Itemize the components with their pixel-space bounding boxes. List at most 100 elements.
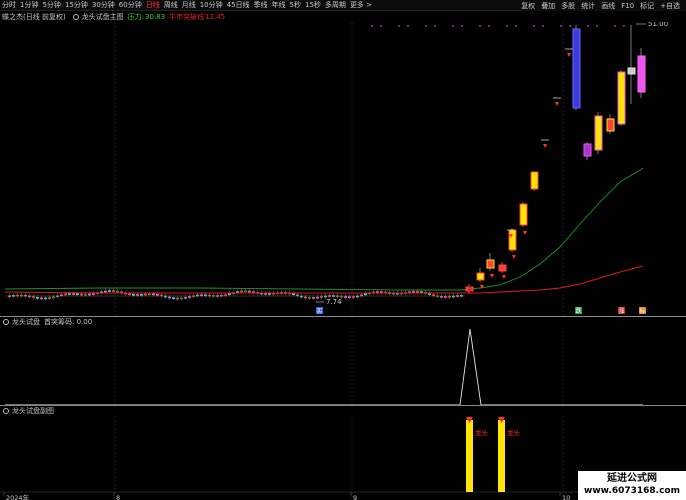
candle-body	[248, 290, 251, 293]
event-marker-label: 跌	[575, 307, 581, 315]
candle-body	[476, 272, 485, 281]
tool-button[interactable]: 画线	[601, 1, 615, 11]
candle-body	[112, 290, 115, 292]
candle-body	[530, 171, 539, 190]
down-arrow	[555, 102, 559, 106]
sub2-indicator-name[interactable]: 龙头试盘副图	[12, 406, 54, 416]
candle-body	[180, 297, 183, 300]
candle-body	[184, 297, 187, 299]
breakout-line-value: 12.45	[205, 13, 226, 21]
candle-body	[364, 293, 367, 296]
signal-dot	[398, 25, 400, 27]
period-tab[interactable]: 年线	[272, 0, 286, 10]
signal-bar	[498, 420, 505, 492]
tool-button[interactable]: +自选	[660, 1, 680, 11]
main-chart-info: 蝶之杰(日线 前复权) 龙头试盘主图 压力: 30.83 牛市突破线 12.45	[0, 12, 229, 22]
period-tab[interactable]: 更多 >	[350, 0, 372, 10]
price-high-label: 51.00	[648, 22, 668, 28]
tool-toolbar: 复权 叠加 多股 统计 画线 F10 标记 +自选	[521, 0, 686, 11]
candle-body	[80, 293, 83, 296]
buy-dot	[467, 286, 473, 292]
candle-body	[320, 296, 323, 298]
candle-body	[486, 259, 495, 269]
candle-body	[24, 294, 27, 297]
signal-dot	[488, 25, 490, 27]
signal-dot	[371, 25, 373, 27]
candle-body	[627, 67, 636, 75]
tool-button[interactable]: 多股	[561, 1, 575, 11]
candle-body	[84, 293, 87, 296]
tool-button[interactable]: 叠加	[541, 1, 555, 11]
gear-icon[interactable]	[3, 319, 9, 325]
candle-body	[172, 297, 175, 300]
signal-dot	[434, 25, 436, 27]
candle-body	[416, 291, 419, 293]
tool-button[interactable]: F10	[621, 2, 634, 10]
period-tab[interactable]: 15分钟	[65, 0, 88, 10]
sub-chart-2-info: 龙头试盘副图	[0, 406, 58, 416]
candle-body	[68, 293, 71, 295]
period-tab[interactable]: 日线	[146, 0, 160, 10]
candle-body	[348, 296, 351, 299]
candle-body	[104, 290, 107, 293]
candle-body	[617, 71, 626, 125]
indicator-name[interactable]: 龙头试盘主图	[82, 12, 124, 22]
sub-chart-1-info: 龙头试盘 首突筹码: 0.00	[0, 317, 96, 327]
candle-body	[40, 297, 43, 300]
signal-dot	[380, 25, 382, 27]
candle-body	[519, 203, 528, 226]
main-price-chart[interactable]: 51.00 7.74 买 跌 涨 标	[0, 22, 686, 316]
event-marker-label: 买	[316, 307, 322, 315]
period-tab[interactable]: 季线	[254, 0, 268, 10]
period-tab[interactable]: 60分钟	[119, 0, 142, 10]
candle-body	[76, 293, 79, 296]
period-tab[interactable]: 分时	[2, 0, 16, 10]
candle-body	[132, 294, 135, 296]
signal-dot	[506, 25, 508, 27]
period-tab[interactable]: 周线	[164, 0, 178, 10]
gear-icon[interactable]	[3, 408, 9, 414]
candle-body	[148, 293, 151, 296]
candle-body	[594, 115, 603, 151]
sub1-field: 首突筹码: 0.00	[44, 318, 93, 326]
period-tab[interactable]: 5秒	[290, 0, 301, 10]
down-arrow	[480, 285, 484, 289]
signal-dot	[461, 25, 463, 27]
tool-button[interactable]: 统计	[581, 1, 595, 11]
tool-button[interactable]: 标记	[640, 1, 654, 11]
gear-icon[interactable]	[72, 14, 79, 20]
period-tab[interactable]: 多周期	[325, 0, 346, 10]
period-tab[interactable]: 30分钟	[92, 0, 115, 10]
candle-body	[304, 296, 307, 299]
signal-dot	[596, 25, 598, 27]
date-label: 2024年	[6, 493, 30, 500]
candle-body	[52, 296, 55, 299]
candle-body	[128, 293, 131, 296]
date-label: 9	[353, 494, 357, 500]
candle-body	[244, 290, 247, 293]
candle-body	[240, 290, 243, 293]
down-arrow	[543, 144, 547, 148]
signal-dot	[587, 25, 589, 27]
signal-dot	[515, 25, 517, 27]
period-tab[interactable]: 15秒	[305, 0, 321, 10]
down-arrow	[490, 274, 494, 278]
sub-indicator-chart[interactable]	[0, 327, 686, 405]
candle-body	[498, 264, 507, 272]
candle-body	[108, 290, 111, 292]
period-tab[interactable]: 月线	[182, 0, 196, 10]
date-label: 8	[116, 494, 120, 500]
candle-body	[228, 293, 231, 295]
period-tab[interactable]: 5分钟	[42, 0, 60, 10]
period-tab[interactable]: 10分钟	[200, 0, 223, 10]
tool-button[interactable]: 复权	[521, 1, 535, 11]
period-tab[interactable]: 45日线	[227, 0, 250, 10]
candle-body	[316, 296, 319, 299]
sub1-indicator-name[interactable]: 龙头试盘	[12, 317, 40, 327]
candle-body	[156, 293, 159, 296]
stock-name: 蝶之杰(日线 前复权)	[2, 13, 66, 21]
signal-dot	[623, 25, 625, 27]
candle-body	[144, 293, 147, 296]
period-tab[interactable]: 1分钟	[20, 0, 38, 10]
down-arrow	[567, 53, 571, 57]
